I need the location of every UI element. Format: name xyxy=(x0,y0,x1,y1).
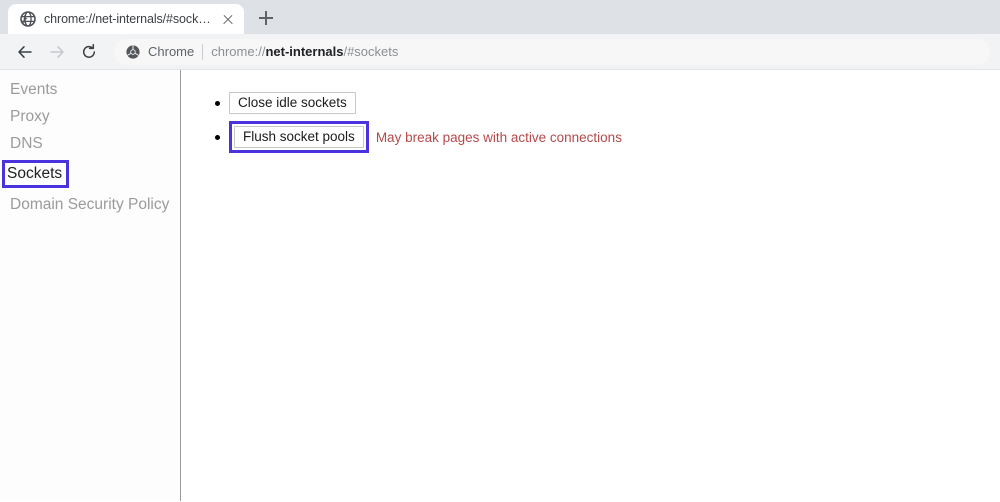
sockets-highlight-box: Sockets xyxy=(2,160,70,188)
omnibox-url-suffix: /#sockets xyxy=(343,44,399,59)
page-viewport: Events Proxy DNS Sockets Domain Security… xyxy=(0,70,1000,501)
new-tab-button[interactable] xyxy=(252,4,280,32)
socket-actions-list: Close idle sockets Flush socket pools Ma… xyxy=(181,92,1000,153)
tab-strip: chrome://net-internals/#sockets xyxy=(0,0,1000,34)
sidebar-item-label: DNS xyxy=(10,135,43,152)
back-button[interactable] xyxy=(10,37,40,67)
net-internals-content: Close idle sockets Flush socket pools Ma… xyxy=(181,70,1000,501)
flush-socket-pools-button[interactable]: Flush socket pools xyxy=(234,126,364,148)
sidebar-item-proxy[interactable]: Proxy xyxy=(0,103,180,130)
sidebar-item-domain-security-policy[interactable]: Domain Security Policy xyxy=(0,191,180,218)
browser-window: chrome://net-internals/#sockets Chrome c… xyxy=(0,0,1000,502)
sidebar-item-label: Sockets xyxy=(7,165,63,182)
forward-button[interactable] xyxy=(42,37,72,67)
omnibox-url-host: net-internals xyxy=(265,44,344,59)
browser-toolbar: Chrome chrome://net-internals/#sockets xyxy=(0,34,1000,70)
omnibox-url: chrome://net-internals/#sockets xyxy=(211,44,398,59)
close-idle-sockets-button[interactable]: Close idle sockets xyxy=(229,92,356,114)
omnibox-scheme-label: Chrome xyxy=(148,44,195,59)
reload-icon xyxy=(80,43,98,61)
browser-tab[interactable]: chrome://net-internals/#sockets xyxy=(8,4,244,34)
omnibox-divider xyxy=(202,43,204,60)
reload-button[interactable] xyxy=(74,37,104,67)
list-item: Close idle sockets xyxy=(215,92,1000,114)
sidebar-item-sockets[interactable]: Sockets xyxy=(0,157,180,191)
flush-warning-text: May break pages with active connections xyxy=(375,129,622,145)
close-icon[interactable] xyxy=(220,11,236,27)
list-item: Flush socket pools May break pages with … xyxy=(215,121,1000,153)
sidebar-item-label: Events xyxy=(10,81,58,98)
sidebar-item-label: Proxy xyxy=(10,108,50,125)
sidebar-item-label: Domain Security Policy xyxy=(10,196,170,213)
net-internals-sidebar: Events Proxy DNS Sockets Domain Security… xyxy=(0,70,181,501)
sidebar-item-dns[interactable]: DNS xyxy=(0,130,180,157)
sidebar-item-events[interactable]: Events xyxy=(0,76,180,103)
tab-title: chrome://net-internals/#sockets xyxy=(44,12,212,26)
address-bar[interactable]: Chrome chrome://net-internals/#sockets xyxy=(114,38,990,65)
chrome-logo-icon xyxy=(126,44,140,59)
arrow-left-icon xyxy=(16,43,34,61)
omnibox-url-prefix: chrome:// xyxy=(211,44,266,59)
globe-icon xyxy=(20,11,36,27)
flush-socket-pools-highlight-box: Flush socket pools xyxy=(229,121,369,153)
arrow-right-icon xyxy=(48,43,66,61)
